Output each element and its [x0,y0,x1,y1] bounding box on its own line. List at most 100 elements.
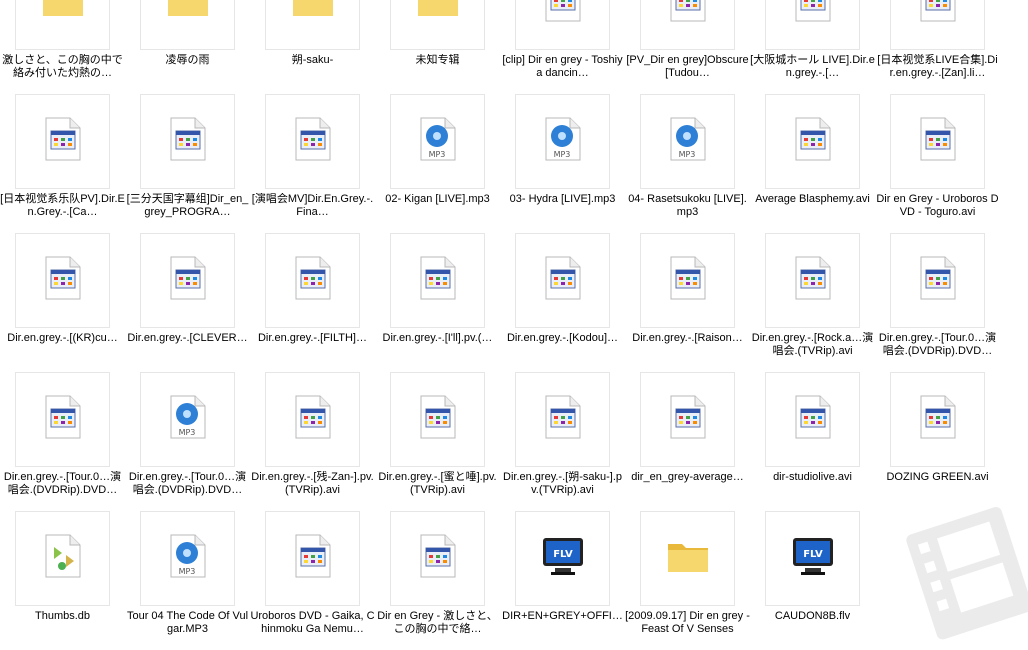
file-item[interactable]: Dir.en.grey.-.[FILTH]… [250,233,375,372]
file-thumbnail[interactable] [265,233,360,328]
file-item[interactable]: 凌辱の雨 [125,0,250,94]
file-thumbnail[interactable]: FLV [765,511,860,606]
file-label[interactable]: Dir en Grey - 激しさと、この胸の中で絡… [375,610,500,636]
file-thumbnail[interactable] [890,372,985,467]
file-label[interactable]: Dir.en.grey.-.[Tour.0…演唱会.(DVDRip).DVD… [875,332,1000,358]
file-thumbnail[interactable] [265,372,360,467]
file-item[interactable]: MP3 02- Kigan [LIVE].mp3 [375,94,500,233]
file-item[interactable]: Thumbs.db [0,511,125,650]
file-label[interactable]: Dir.en.grey.-.[残-Zan-].pv.(TVRip).avi [250,471,375,497]
file-label[interactable]: [日本视觉系乐队PV].Dir.En.Grey.-.[Ca… [0,193,125,219]
file-thumbnail[interactable] [390,372,485,467]
file-thumbnail[interactable]: MP3 [640,94,735,189]
file-label[interactable]: [clip] Dir en grey - Toshiya dancin… [500,54,625,80]
file-label[interactable]: Uroboros DVD - Gaika, Chinmoku Ga Nemu… [250,610,375,636]
file-label[interactable]: Dir.en.grey.-.[Tour.0…演唱会.(DVDRip).DVD… [0,471,125,497]
file-item[interactable]: Dir.en.grey.-.[(KR)cu… [0,233,125,372]
file-thumbnail[interactable] [765,372,860,467]
file-item[interactable]: Average Blasphemy.avi [750,94,875,233]
file-thumbnail[interactable] [265,0,360,50]
file-item[interactable]: Dir.en.grey.-.[朔-saku-].pv.(TVRip).avi [500,372,625,511]
file-item[interactable]: [日本视觉系LIVE合集].Dir.en.grey.-.[Zan].li… [875,0,1000,94]
file-label[interactable]: Dir.en.grey.-.[Raison… [625,332,750,345]
file-label[interactable]: Tour 04 The Code Of Vulgar.MP3 [125,610,250,636]
file-label[interactable]: Dir en Grey - Uroboros DVD - Toguro.avi [875,193,1000,219]
file-item[interactable]: 朔-saku- [250,0,375,94]
file-label[interactable]: Thumbs.db [0,610,125,623]
file-label[interactable]: Average Blasphemy.avi [750,193,875,206]
file-item[interactable]: Dir en Grey - 激しさと、この胸の中で絡… [375,511,500,650]
file-item[interactable]: MP3 03- Hydra [LIVE].mp3 [500,94,625,233]
file-label[interactable]: [三分天国字幕组]Dir_en_grey_PROGRA… [125,193,250,219]
file-label[interactable]: 03- Hydra [LIVE].mp3 [500,193,625,206]
file-item[interactable]: Dir.en.grey.-.[Kodou]… [500,233,625,372]
file-thumbnail[interactable]: MP3 [390,94,485,189]
file-label[interactable]: Dir.en.grey.-.[朔-saku-].pv.(TVRip).avi [500,471,625,497]
file-thumbnail[interactable] [765,94,860,189]
file-item[interactable]: Dir.en.grey.-.[CLEVER… [125,233,250,372]
file-item[interactable]: dir_en_grey-average… [625,372,750,511]
file-thumbnail[interactable] [15,0,110,50]
file-label[interactable]: 激しさと、この胸の中で絡み付いた灼熱の… [0,54,125,80]
file-thumbnail[interactable] [640,372,735,467]
file-thumbnail[interactable] [140,0,235,50]
file-label[interactable]: Dir.en.grey.-.[Rock.a…演唱会.(TVRip).avi [750,332,875,358]
file-item[interactable]: Dir.en.grey.-.[残-Zan-].pv.(TVRip).avi [250,372,375,511]
file-thumbnail[interactable] [515,372,610,467]
file-thumbnail[interactable] [140,94,235,189]
file-label[interactable]: Dir.en.grey.-.[FILTH]… [250,332,375,345]
file-item[interactable]: Dir.en.grey.-.[Tour.0…演唱会.(DVDRip).DVD… [875,233,1000,372]
file-label[interactable]: Dir.en.grey.-.[(KR)cu… [0,332,125,345]
file-label[interactable]: dir_en_grey-average… [625,471,750,484]
file-thumbnail[interactable] [640,233,735,328]
file-item[interactable]: Dir.en.grey.-.[Rock.a…演唱会.(TVRip).avi [750,233,875,372]
file-label[interactable]: Dir.en.grey.-.[Tour.0…演唱会.(DVDRip).DVD… [125,471,250,497]
file-item[interactable]: dir-studiolive.avi [750,372,875,511]
file-label[interactable]: 04- Rasetsukoku [LIVE].mp3 [625,193,750,219]
file-label[interactable]: [PV_Dir en grey]Obscure[Tudou… [625,54,750,80]
file-item[interactable]: Dir.en.grey.-.[Raison… [625,233,750,372]
file-thumbnail[interactable] [265,94,360,189]
file-label[interactable]: [2009.09.17] Dir en grey - Feast Of V Se… [625,610,750,636]
file-thumbnail[interactable] [390,0,485,50]
file-item[interactable]: [PV_Dir en grey]Obscure[Tudou… [625,0,750,94]
file-item[interactable]: DOZING GREEN.avi [875,372,1000,511]
file-item[interactable]: MP3 Dir.en.grey.-.[Tour.0…演唱会.(DVDRip).DV… [125,372,250,511]
file-item[interactable]: [演唱会MV]Dir.En.Grey.-.Fina… [250,94,375,233]
file-label[interactable]: 未知专辑 [375,54,500,67]
file-label[interactable]: Dir.en.grey.-.[蜜と唾].pv.(TVRip).avi [375,471,500,497]
file-label[interactable]: [演唱会MV]Dir.En.Grey.-.Fina… [250,193,375,219]
file-thumbnail[interactable]: MP3 [515,94,610,189]
file-thumbnail[interactable]: MP3 [140,511,235,606]
file-thumbnail[interactable] [140,233,235,328]
file-thumbnail[interactable] [15,372,110,467]
file-thumbnail[interactable] [890,94,985,189]
file-thumbnail[interactable] [515,233,610,328]
file-label[interactable]: 02- Kigan [LIVE].mp3 [375,193,500,206]
file-item[interactable]: Dir.en.grey.-.[I'll].pv.(… [375,233,500,372]
file-item[interactable]: MP3 04- Rasetsukoku [LIVE].mp3 [625,94,750,233]
file-item[interactable]: FLV DIR+EN+GREY+OFFI… [500,511,625,650]
file-thumbnail[interactable] [890,233,985,328]
file-label[interactable]: DOZING GREEN.avi [875,471,1000,484]
file-label[interactable]: dir-studiolive.avi [750,471,875,484]
file-label[interactable]: [大阪城ホール LIVE].Dir.en.grey.-.[… [750,54,875,80]
file-thumbnail[interactable]: FLV [515,511,610,606]
file-label[interactable]: [日本视觉系LIVE合集].Dir.en.grey.-.[Zan].li… [875,54,1000,80]
file-item[interactable]: FLV CAUDON8B.flv [750,511,875,650]
file-item[interactable]: [日本视觉系乐队PV].Dir.En.Grey.-.[Ca… [0,94,125,233]
file-thumbnail[interactable] [15,94,110,189]
file-label[interactable]: 凌辱の雨 [125,54,250,67]
file-item[interactable]: Dir.en.grey.-.[Tour.0…演唱会.(DVDRip).DVD… [0,372,125,511]
file-label[interactable]: Dir.en.grey.-.[Kodou]… [500,332,625,345]
file-thumbnail[interactable] [390,511,485,606]
file-thumbnail[interactable] [265,511,360,606]
file-thumbnail[interactable] [15,233,110,328]
file-item[interactable]: [大阪城ホール LIVE].Dir.en.grey.-.[… [750,0,875,94]
file-item[interactable]: [clip] Dir en grey - Toshiya dancin… [500,0,625,94]
file-thumbnail[interactable] [765,233,860,328]
file-label[interactable]: Dir.en.grey.-.[CLEVER… [125,332,250,345]
file-item[interactable]: 未知专辑 [375,0,500,94]
file-thumbnail[interactable] [15,511,110,606]
file-thumbnail[interactable] [640,0,735,50]
